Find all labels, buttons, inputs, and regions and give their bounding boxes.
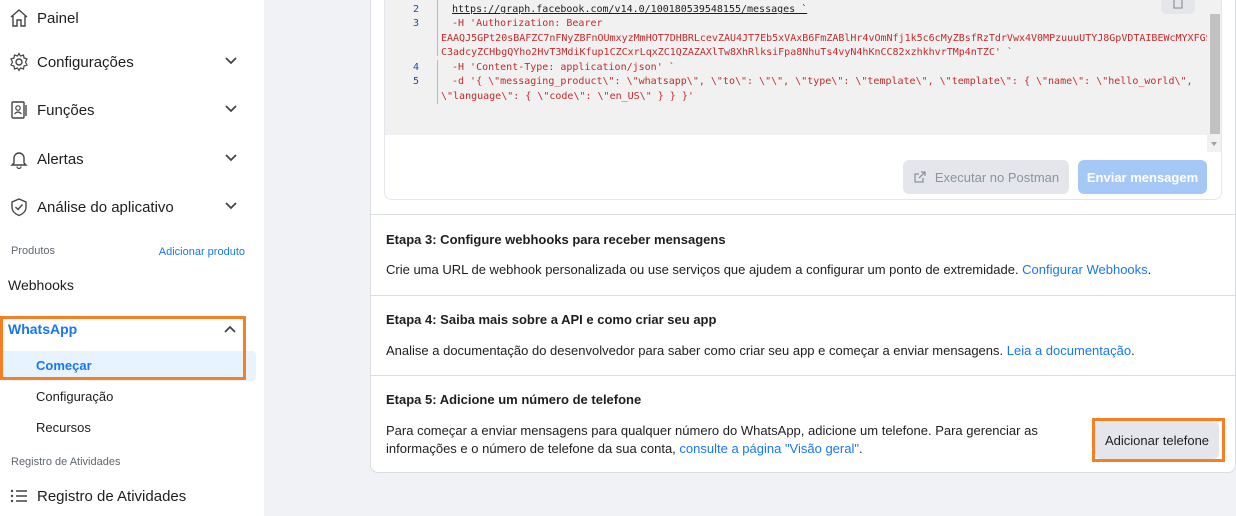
read-docs-link[interactable]: Leia a documentação xyxy=(1007,343,1131,358)
line-number: 2 xyxy=(412,4,419,15)
line-number: 3 xyxy=(412,18,419,29)
activity-section-label: Registro de Atividades xyxy=(11,456,121,468)
step4-description: Analise a documentação do desenvolvedor … xyxy=(386,343,1004,358)
step5-title: Etapa 5: Adicione um número de telefone xyxy=(386,392,642,407)
code-line-data-2: \"language\": { \"code\": \"en_US\" } } … xyxy=(441,91,694,102)
chevron-down-icon xyxy=(225,202,237,210)
code-sample-panel: 2 3 4 5 https://graph.facebook.com/v14.0… xyxy=(384,0,1222,200)
sidebar-item-configuracoes[interactable]: Configurações xyxy=(0,42,252,82)
step3-text: Crie uma URL de webhook personalizada ou… xyxy=(386,261,1151,279)
sidebar-item-analise[interactable]: Análise do aplicativo xyxy=(0,187,252,227)
run-in-postman-label: Executar no Postman xyxy=(934,169,1060,185)
sidebar-item-label: Registro de Atividades xyxy=(37,487,187,505)
divider xyxy=(371,375,1235,376)
roles-icon xyxy=(8,99,30,121)
gear-icon xyxy=(8,51,30,73)
divider xyxy=(371,295,1235,296)
step3-title: Etapa 3: Configure webhooks para receber… xyxy=(386,232,726,247)
sidebar-subitem-recursos[interactable]: Recursos xyxy=(36,420,91,435)
sidebar-item-painel[interactable]: Painel xyxy=(0,0,252,38)
code-line-auth: -H 'Authorization: Bearer xyxy=(452,18,603,29)
step4-text: Analise a documentação do desenvolvedor … xyxy=(386,342,1135,360)
code-line-token-1: EAAQJ5GPt20sBAFZC7nFNyZBFnOUmxyzMmHOT7DH… xyxy=(441,33,1212,44)
home-icon xyxy=(8,7,30,29)
overview-page-link[interactable]: consulte a página "Visão geral" xyxy=(679,441,859,456)
copy-icon xyxy=(1173,0,1183,9)
sidebar-subitem-configuracao[interactable]: Configuração xyxy=(36,389,113,404)
bell-icon xyxy=(8,148,30,170)
run-in-postman-button[interactable]: Executar no Postman xyxy=(903,160,1069,194)
step5-text: Para começar a enviar mensagens para qua… xyxy=(386,422,1066,458)
code-indent-guide xyxy=(437,0,438,56)
scrollbar-thumb[interactable] xyxy=(1210,14,1220,134)
divider xyxy=(371,214,1235,215)
products-section-label: Produtos xyxy=(11,245,56,257)
whatsapp-highlight-box xyxy=(0,316,246,380)
send-message-label: Enviar mensagem xyxy=(1086,169,1199,185)
step5-description-line2: informações e o número de telefone da su… xyxy=(386,440,1066,458)
sidebar-item-label: Funções xyxy=(37,101,95,119)
sidebar-item-funcoes[interactable]: Funções xyxy=(0,90,252,130)
step5-description-line1: Para começar a enviar mensagens para qua… xyxy=(386,423,1038,438)
sidebar: Painel Configurações Funções Alertas Aná… xyxy=(0,0,264,516)
sidebar-item-label: Alertas xyxy=(37,150,84,168)
chevron-down-icon xyxy=(225,154,237,162)
getting-started-card: 2 3 4 5 https://graph.facebook.com/v14.0… xyxy=(370,0,1236,473)
step5-end: . xyxy=(858,441,863,456)
list-icon xyxy=(8,485,30,507)
add-phone-highlight-box xyxy=(1092,418,1225,462)
step4-title: Etapa 4: Saiba mais sobre a API e como c… xyxy=(386,312,717,327)
code-line-token-2: C3adcyZCHbgQYho2HvT3MdiKfup1CZCxrLqxZC1Q… xyxy=(441,47,1013,58)
send-message-button[interactable]: Enviar mensagem xyxy=(1078,160,1207,194)
code-line-data-1: -d '{ \"messaging_product\": \"whatsapp\… xyxy=(452,76,1193,87)
code-scrollbar[interactable] xyxy=(1207,0,1221,152)
chevron-down-icon xyxy=(225,105,237,113)
step4-end: . xyxy=(1131,343,1135,358)
sidebar-item-alertas[interactable]: Alertas xyxy=(0,139,252,179)
chevron-down-icon xyxy=(225,57,237,65)
code-block: 2 3 4 5 https://graph.facebook.com/v14.0… xyxy=(385,0,1212,135)
sidebar-item-webhooks[interactable]: Webhooks xyxy=(8,277,74,293)
main-content: 2 3 4 5 https://graph.facebook.com/v14.0… xyxy=(370,0,1236,516)
configure-webhooks-link[interactable]: Configurar Webhooks xyxy=(1022,262,1148,277)
step3-description: Crie uma URL de webhook personalizada ou… xyxy=(386,262,1019,277)
line-number: 5 xyxy=(412,76,419,87)
code-indent-guide xyxy=(437,60,438,104)
code-line-content-type: -H 'Content-Type: application/json' ` xyxy=(452,62,675,73)
external-link-icon xyxy=(914,171,926,183)
sidebar-item-label: Configurações xyxy=(37,53,134,71)
step5-description: informações e o número de telefone da su… xyxy=(386,441,676,456)
scroll-down-arrow-icon[interactable] xyxy=(1210,140,1218,148)
shield-check-icon xyxy=(8,196,30,218)
code-line-url: https://graph.facebook.com/v14.0/1001805… xyxy=(452,4,808,15)
sidebar-item-registro[interactable]: Registro de Atividades xyxy=(0,476,252,516)
sidebar-item-label: Análise do aplicativo xyxy=(37,198,174,216)
sidebar-item-label: Painel xyxy=(37,9,79,27)
add-product-link[interactable]: Adicionar produto xyxy=(159,246,245,258)
line-number: 4 xyxy=(412,62,419,73)
step3-end: . xyxy=(1147,262,1152,277)
copy-code-button[interactable] xyxy=(1161,0,1195,14)
